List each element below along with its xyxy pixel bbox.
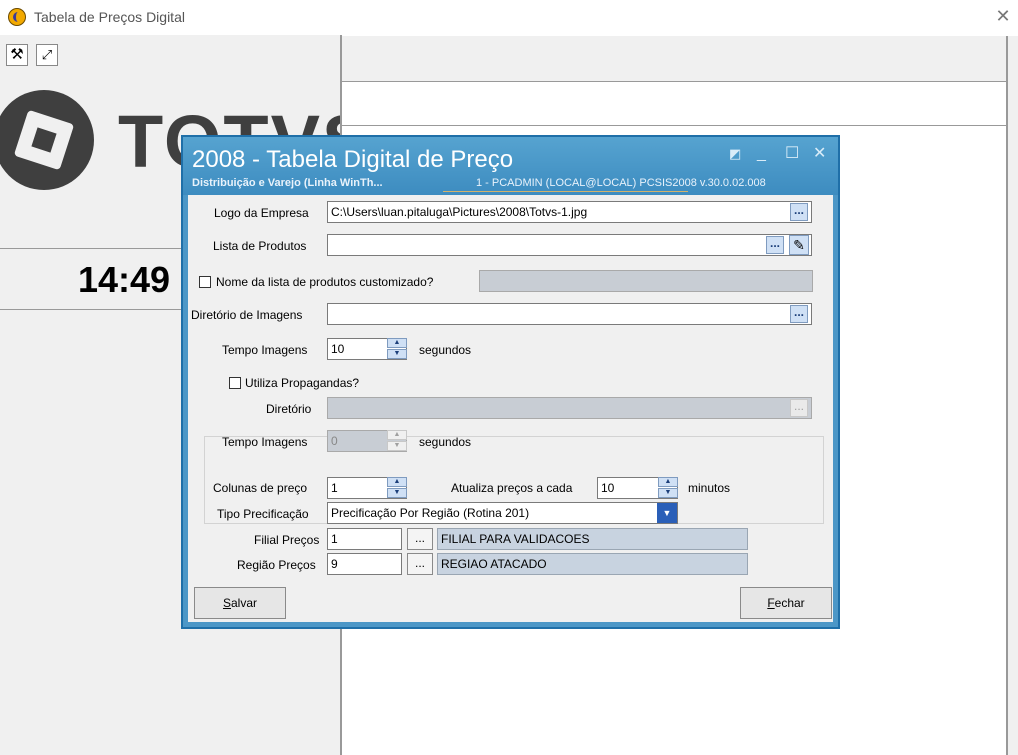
- salvar-button[interactable]: Salvar: [194, 587, 286, 619]
- right-header-row: [342, 36, 1008, 82]
- atualiza-label: Atualiza preços a cada: [451, 481, 573, 495]
- maximize-icon[interactable]: ☐: [785, 145, 799, 163]
- filial-label: Filial Preços: [254, 533, 320, 547]
- dialog-info: 1 - PCADMIN (LOCAL@LOCAL) PCSIS2008 v.30…: [476, 177, 766, 189]
- prop-tempo-spinner: ▲ ▼: [387, 430, 407, 452]
- prop-tempo-label: Tempo Imagens: [222, 435, 308, 449]
- minutos-label: minutos: [688, 481, 731, 495]
- colunas-label: Colunas de preço: [213, 481, 308, 495]
- pencil-icon[interactable]: ✎: [789, 235, 809, 255]
- prop-segundos-label: segundos: [419, 435, 472, 449]
- custom-name-field: [479, 270, 813, 292]
- dialog-title: 2008 - Tabela Digital de Preço: [192, 146, 514, 173]
- browse-logo-button[interactable]: ...: [790, 203, 808, 221]
- spin-down-icon: ▼: [387, 441, 407, 451]
- config-dialog: 2008 - Tabela Digital de Preço Distribui…: [181, 135, 840, 629]
- divider: [443, 191, 688, 192]
- lookup-filial-button[interactable]: ...: [407, 528, 433, 550]
- lookup-regiao-button[interactable]: ...: [407, 553, 433, 575]
- tipo-select[interactable]: Precificação Por Região (Rotina 201): [327, 502, 678, 524]
- clock: 14:49: [78, 259, 171, 300]
- window-titlebar: Tabela de Preços Digital ✕: [0, 0, 1018, 35]
- salvar-mnemonic: S: [222, 596, 231, 610]
- logo-path-field[interactable]: C:\Users\luan.pitaluga\Pictures\2008\Tot…: [327, 201, 812, 223]
- app-icon: [8, 8, 26, 26]
- regiao-label: Região Preços: [237, 558, 316, 572]
- spin-up-icon: ▲: [387, 430, 407, 440]
- dropdown-arrow-icon[interactable]: ▼: [657, 503, 677, 523]
- dialog-body: Logo da Empresa C:\Users\luan.pitaluga\P…: [188, 195, 833, 622]
- regiao-description: REGIAO ATACADO: [437, 553, 748, 575]
- propagandas-label: Utiliza Propagandas?: [245, 376, 362, 390]
- window-close-button[interactable]: ✕: [993, 6, 1013, 26]
- custom-name-checkbox[interactable]: [199, 276, 211, 288]
- divider: [342, 125, 1008, 126]
- dialog-header: 2008 - Tabela Digital de Preço Distribui…: [183, 137, 838, 195]
- spin-down-icon[interactable]: ▼: [658, 488, 678, 498]
- produtos-field[interactable]: [327, 234, 812, 256]
- salvar-label: alvar: [231, 596, 258, 610]
- spin-up-icon[interactable]: ▲: [387, 338, 407, 348]
- minimize-icon[interactable]: _: [757, 145, 766, 163]
- spin-up-icon[interactable]: ▲: [658, 477, 678, 487]
- tempo-label: Tempo Imagens: [222, 343, 308, 357]
- dialog-subtitle: Distribuição e Varejo (Linha WinTh...: [192, 177, 383, 189]
- custom-name-label: Nome da lista de produtos customizado?: [216, 275, 434, 289]
- spin-down-icon[interactable]: ▼: [387, 349, 407, 359]
- browse-produtos-button[interactable]: ...: [766, 236, 784, 254]
- browse-prop-dir-button: ...: [790, 399, 808, 417]
- tools-icon[interactable]: ⚒: [6, 44, 28, 66]
- atualiza-spinner[interactable]: ▲ ▼: [658, 477, 678, 499]
- colunas-spinner[interactable]: ▲ ▼: [387, 477, 407, 499]
- dir-imagens-field[interactable]: [327, 303, 812, 325]
- edit-icon[interactable]: ◩: [729, 145, 741, 163]
- spin-up-icon[interactable]: ▲: [387, 477, 407, 487]
- window-title: Tabela de Preços Digital: [34, 9, 185, 25]
- propagandas-checkbox[interactable]: [229, 377, 241, 389]
- scroll-area: [1008, 36, 1018, 755]
- filial-field[interactable]: 1: [327, 528, 402, 550]
- logo-label: Logo da Empresa: [214, 206, 309, 220]
- totvs-logo-icon: [0, 90, 94, 190]
- segundos-label: segundos: [419, 343, 472, 357]
- filial-description: FILIAL PARA VALIDACOES: [437, 528, 748, 550]
- fechar-mnemonic: F: [767, 596, 775, 610]
- produtos-label: Lista de Produtos: [213, 239, 307, 253]
- browse-dir-button[interactable]: ...: [790, 305, 808, 323]
- fechar-label: echar: [774, 596, 805, 610]
- fullscreen-icon[interactable]: ⤢: [36, 44, 58, 66]
- regiao-field[interactable]: 9: [327, 553, 402, 575]
- prop-dir-field: [327, 397, 812, 419]
- prop-dir-label: Diretório: [266, 402, 312, 416]
- dir-imagens-label: Diretório de Imagens: [191, 308, 303, 322]
- spin-down-icon[interactable]: ▼: [387, 488, 407, 498]
- tempo-spinner[interactable]: ▲ ▼: [387, 338, 407, 360]
- tipo-label: Tipo Precificação: [217, 507, 309, 521]
- close-icon[interactable]: ✕: [813, 145, 826, 163]
- fechar-button[interactable]: Fechar: [740, 587, 832, 619]
